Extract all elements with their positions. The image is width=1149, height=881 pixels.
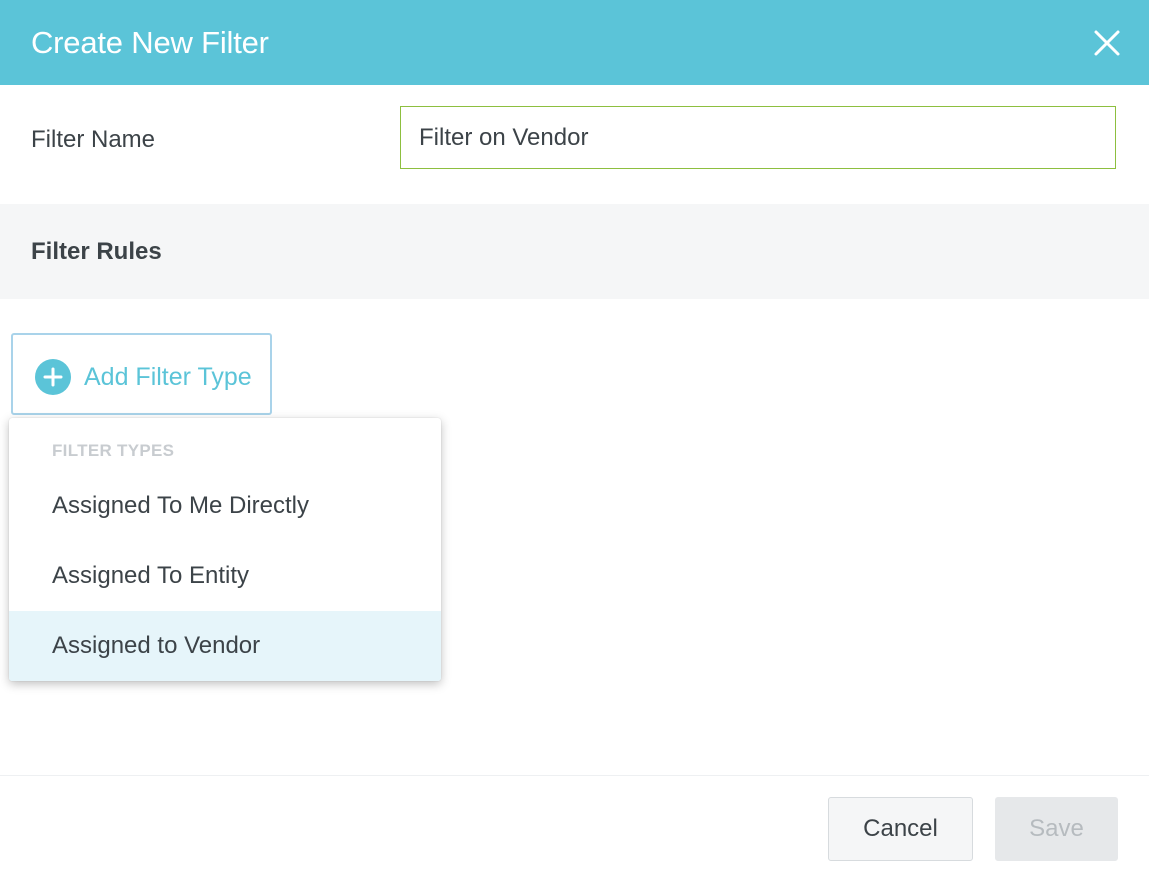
- filter-name-row: Filter Name: [0, 85, 1149, 204]
- save-button[interactable]: Save: [995, 797, 1118, 861]
- create-filter-dialog: Create New Filter Filter Name Filter Rul…: [0, 0, 1149, 881]
- menu-item-assigned-to-entity[interactable]: Assigned To Entity: [9, 541, 441, 611]
- filter-rules-section-header: Filter Rules: [0, 204, 1149, 299]
- add-filter-type-label: Add Filter Type: [84, 363, 252, 391]
- filter-types-dropdown: FILTER TYPES Assigned To Me Directly Ass…: [9, 418, 441, 681]
- add-filter-type-button[interactable]: Add Filter Type: [11, 333, 272, 415]
- filter-name-label: Filter Name: [31, 126, 156, 153]
- menu-item-assigned-to-me-directly[interactable]: Assigned To Me Directly: [9, 471, 441, 541]
- close-button[interactable]: [1089, 25, 1125, 61]
- dialog-title: Create New Filter: [31, 25, 269, 60]
- close-icon: [1094, 30, 1120, 56]
- menu-item-label: Assigned To Me Directly: [52, 492, 309, 519]
- footer-divider: [0, 775, 1149, 776]
- menu-item-assigned-to-vendor[interactable]: Assigned to Vendor: [9, 611, 441, 681]
- plus-circle-icon: [35, 359, 71, 395]
- dialog-header: Create New Filter: [0, 0, 1149, 85]
- menu-item-label: Assigned To Entity: [52, 562, 250, 589]
- menu-item-label: Assigned to Vendor: [52, 632, 261, 659]
- filter-rules-title: Filter Rules: [31, 238, 162, 265]
- filter-types-header: FILTER TYPES: [52, 441, 175, 460]
- cancel-button[interactable]: Cancel: [828, 797, 973, 861]
- filter-name-input[interactable]: [400, 106, 1116, 169]
